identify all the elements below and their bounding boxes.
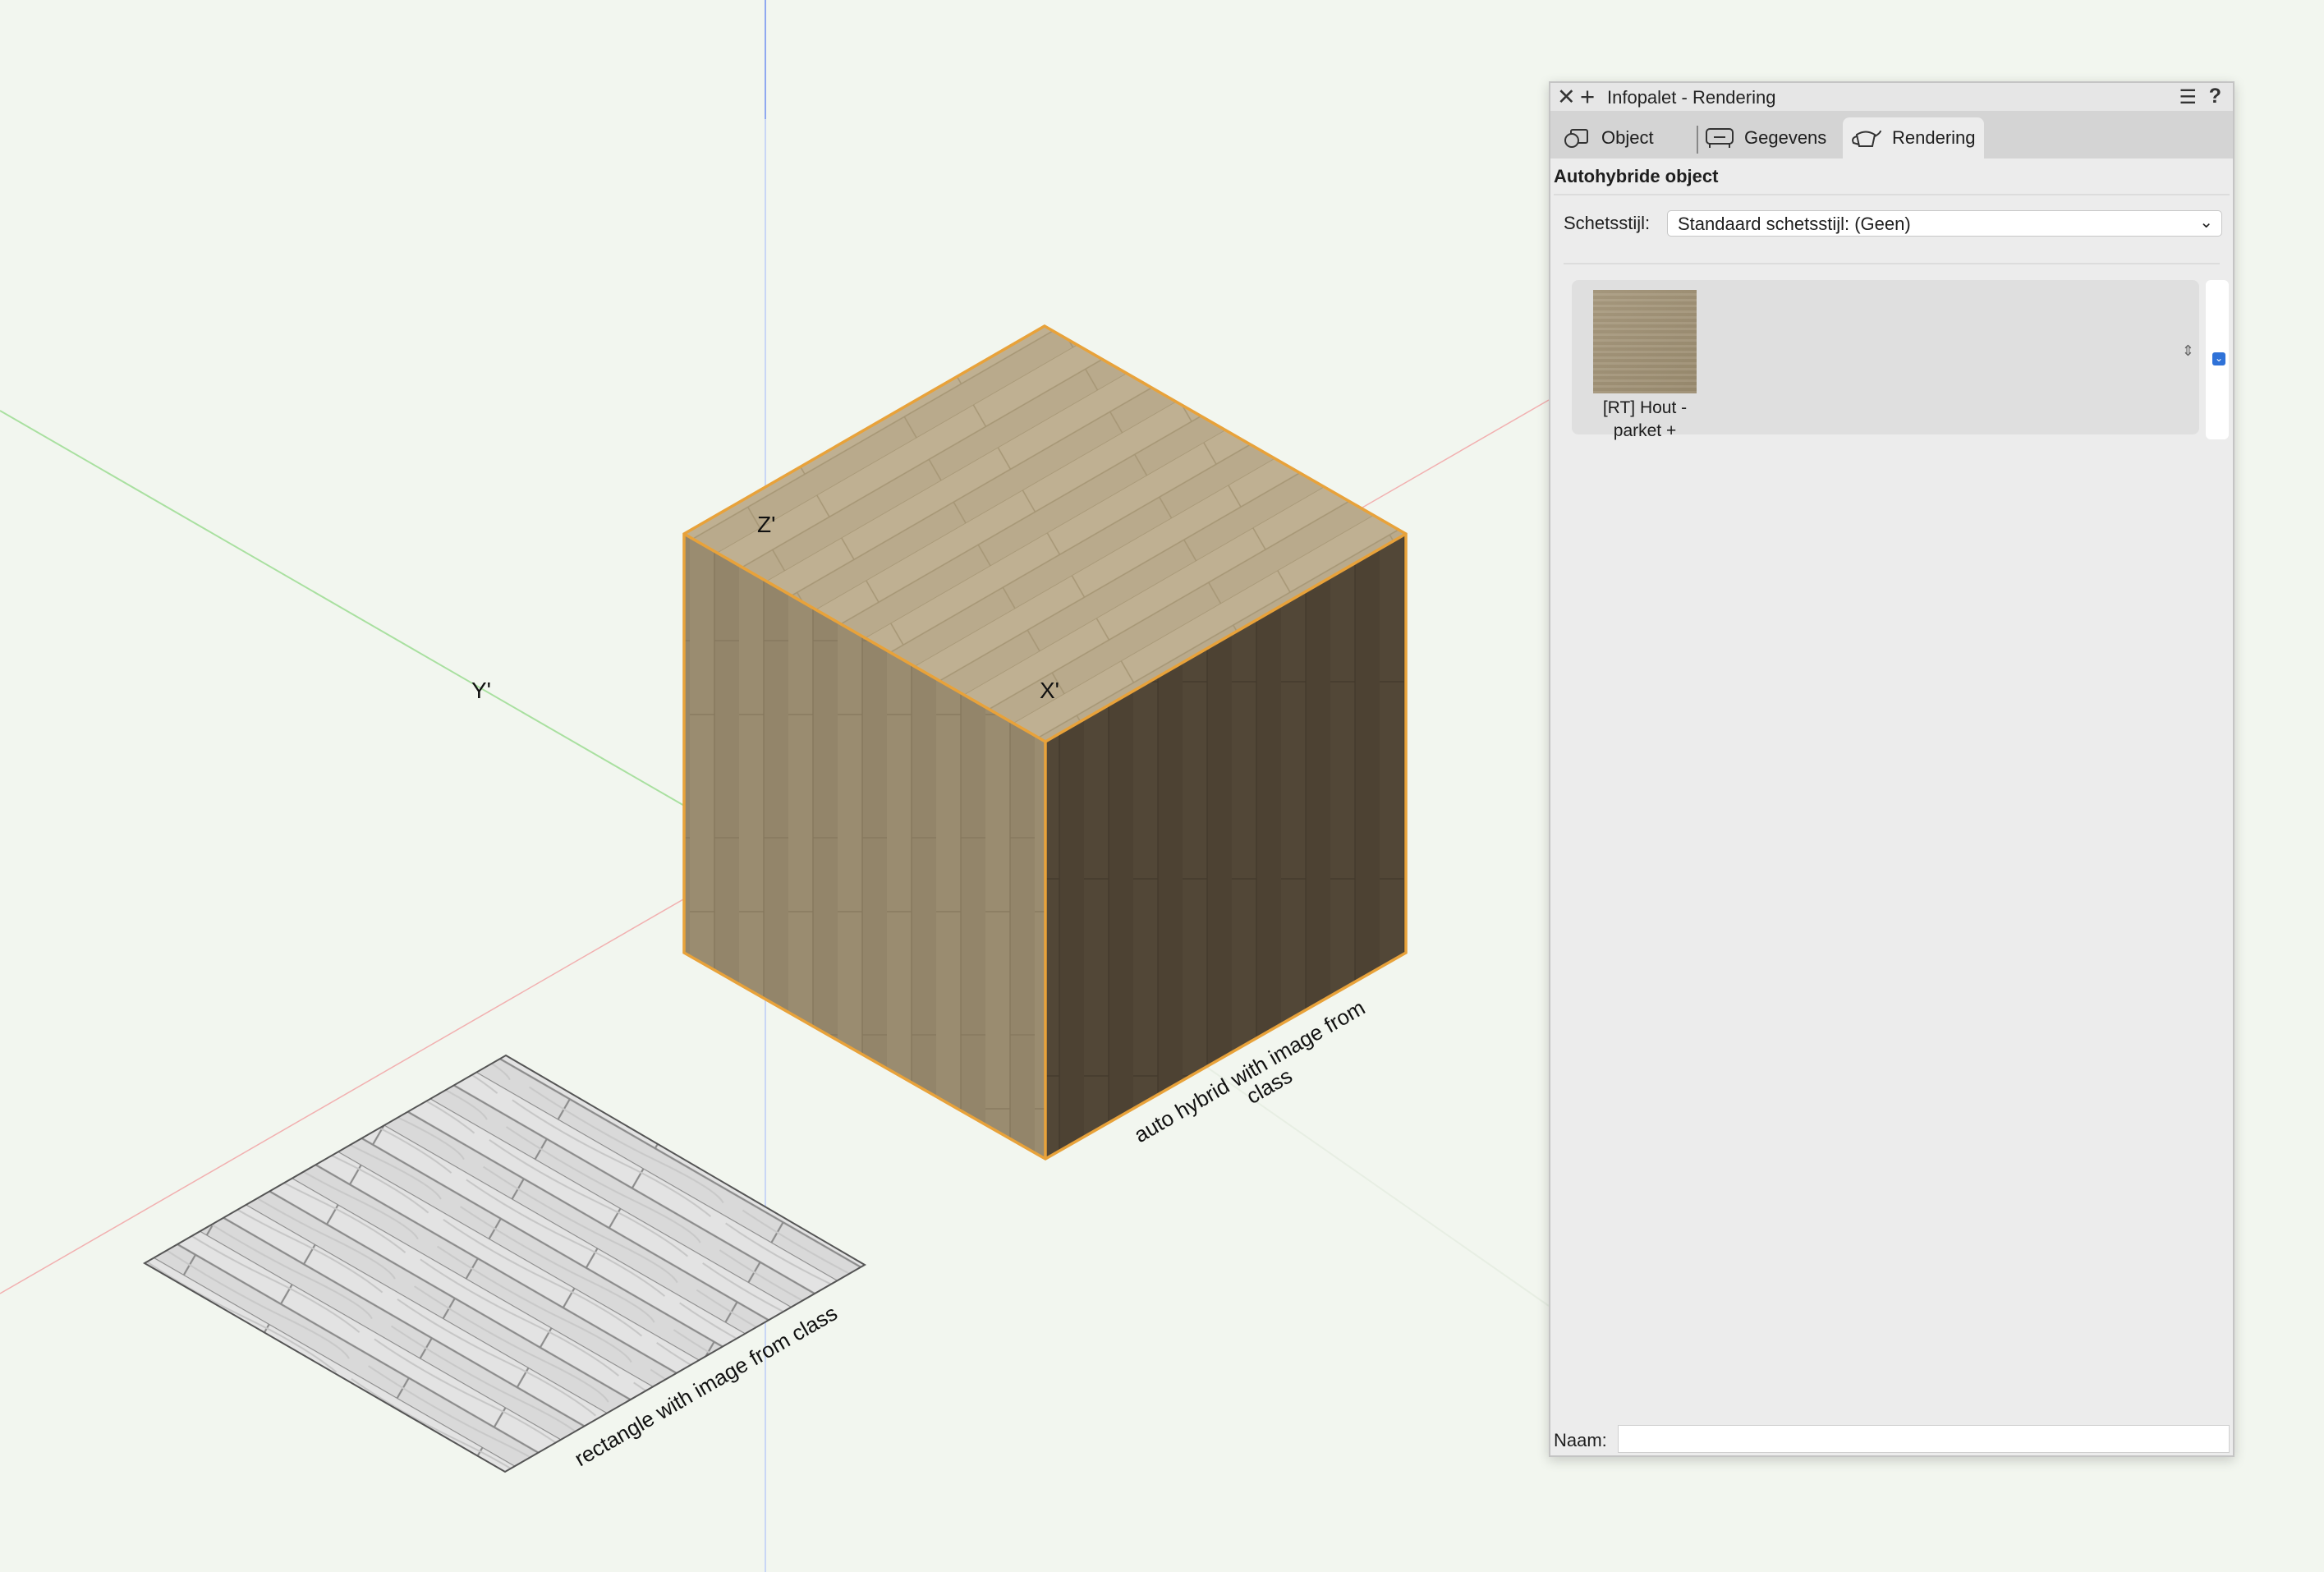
close-icon[interactable]: ✕ [1557,85,1576,110]
tab-rendering[interactable]: Rendering [1843,117,1984,159]
help-icon[interactable]: ? [2209,85,2221,108]
section-title: Autohybride object [1554,166,1719,186]
palette-title: Infopalet - Rendering [1607,87,1776,108]
name-label: Naam: [1554,1430,1607,1450]
object-icon [1564,129,1588,148]
texture-selector[interactable]: [RT] Hout - parket + ⇕ [1572,280,2199,440]
chevron-down-icon: ⌄ [2199,214,2213,232]
info-palette: ✕ + Infopalet - Rendering ☰ ? Object Geg… [1549,81,2234,1457]
palette-titlebar[interactable]: ✕ + Infopalet - Rendering ☰ ? [1550,82,2233,112]
sketch-style-select[interactable]: Standaard schetsstijl: (Geen) ⌄ [1667,210,2222,237]
x-axis-label: X' [1040,678,1059,703]
texture-label-line2: parket + [1613,421,1677,440]
palette-tabbar: Object Gegevens Rendering [1550,111,2233,159]
texture-label-line1: [RT] Hout - [1602,398,1688,417]
dropdown-toggle-icon[interactable]: ⌄ [2212,352,2225,365]
texture-scrollbar[interactable]: ⌄ [2206,280,2229,439]
stepper-icon[interactable]: ⇕ [2182,342,2194,360]
sketch-style-label: Schetsstijl: [1564,213,1651,233]
tab-object[interactable]: Object [1564,117,1654,159]
tab-rendering-label: Rendering [1892,127,1976,148]
teapot-icon [1852,130,1881,147]
texture-label: [RT] Hout - parket + [1583,397,1706,443]
texture-thumbnail[interactable] [1593,290,1697,393]
tab-divider [1697,126,1698,154]
name-input[interactable] [1618,1425,2230,1453]
tab-gegevens[interactable]: Gegevens [1705,117,1826,159]
y-axis-label: Y' [471,678,491,703]
menu-icon[interactable]: ☰ [2179,85,2197,109]
plus-icon[interactable]: + [1580,82,1595,112]
z-axis-label: Z' [757,512,775,537]
tab-gegevens-label: Gegevens [1744,127,1827,148]
sketch-style-divider [1564,263,2220,264]
y-axis-line [0,410,687,807]
data-icon [1706,128,1734,148]
textured-rectangle[interactable] [142,1054,866,1473]
section-divider [1554,194,2230,195]
tab-object-label: Object [1601,127,1654,148]
sketch-style-value: Standaard schetsstijl: (Geen) [1678,214,1911,234]
